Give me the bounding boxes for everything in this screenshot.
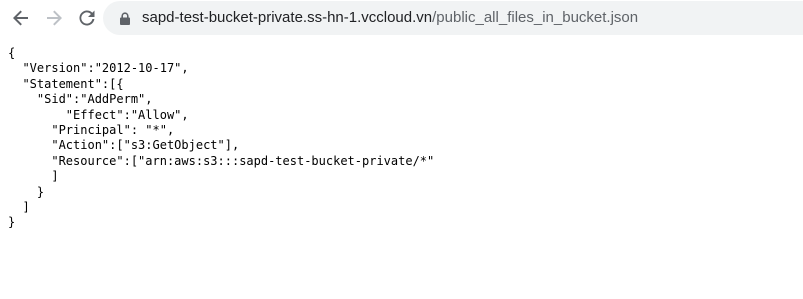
json-document-body: { "Version":"2012-10-17", "Statement":[{…: [8, 46, 435, 230]
url-path: /public_all_files_in_bucket.json: [432, 9, 639, 26]
lock-icon[interactable]: [119, 12, 131, 25]
arrow-forward-icon: [47, 10, 62, 26]
reload-button[interactable]: [75, 6, 99, 30]
reload-icon: [79, 10, 95, 26]
forward-button[interactable]: [42, 6, 66, 30]
back-button[interactable]: [9, 6, 33, 30]
browser-toolbar: sapd-test-bucket-private.ss-hn-1.vccloud…: [0, 0, 803, 36]
url-host: sapd-test-bucket-private.ss-hn-1.vccloud…: [142, 9, 433, 26]
arrow-back-icon: [13, 10, 28, 26]
url-text[interactable]: sapd-test-bucket-private.ss-hn-1.vccloud…: [142, 9, 638, 27]
address-bar[interactable]: sapd-test-bucket-private.ss-hn-1.vccloud…: [103, 1, 803, 35]
